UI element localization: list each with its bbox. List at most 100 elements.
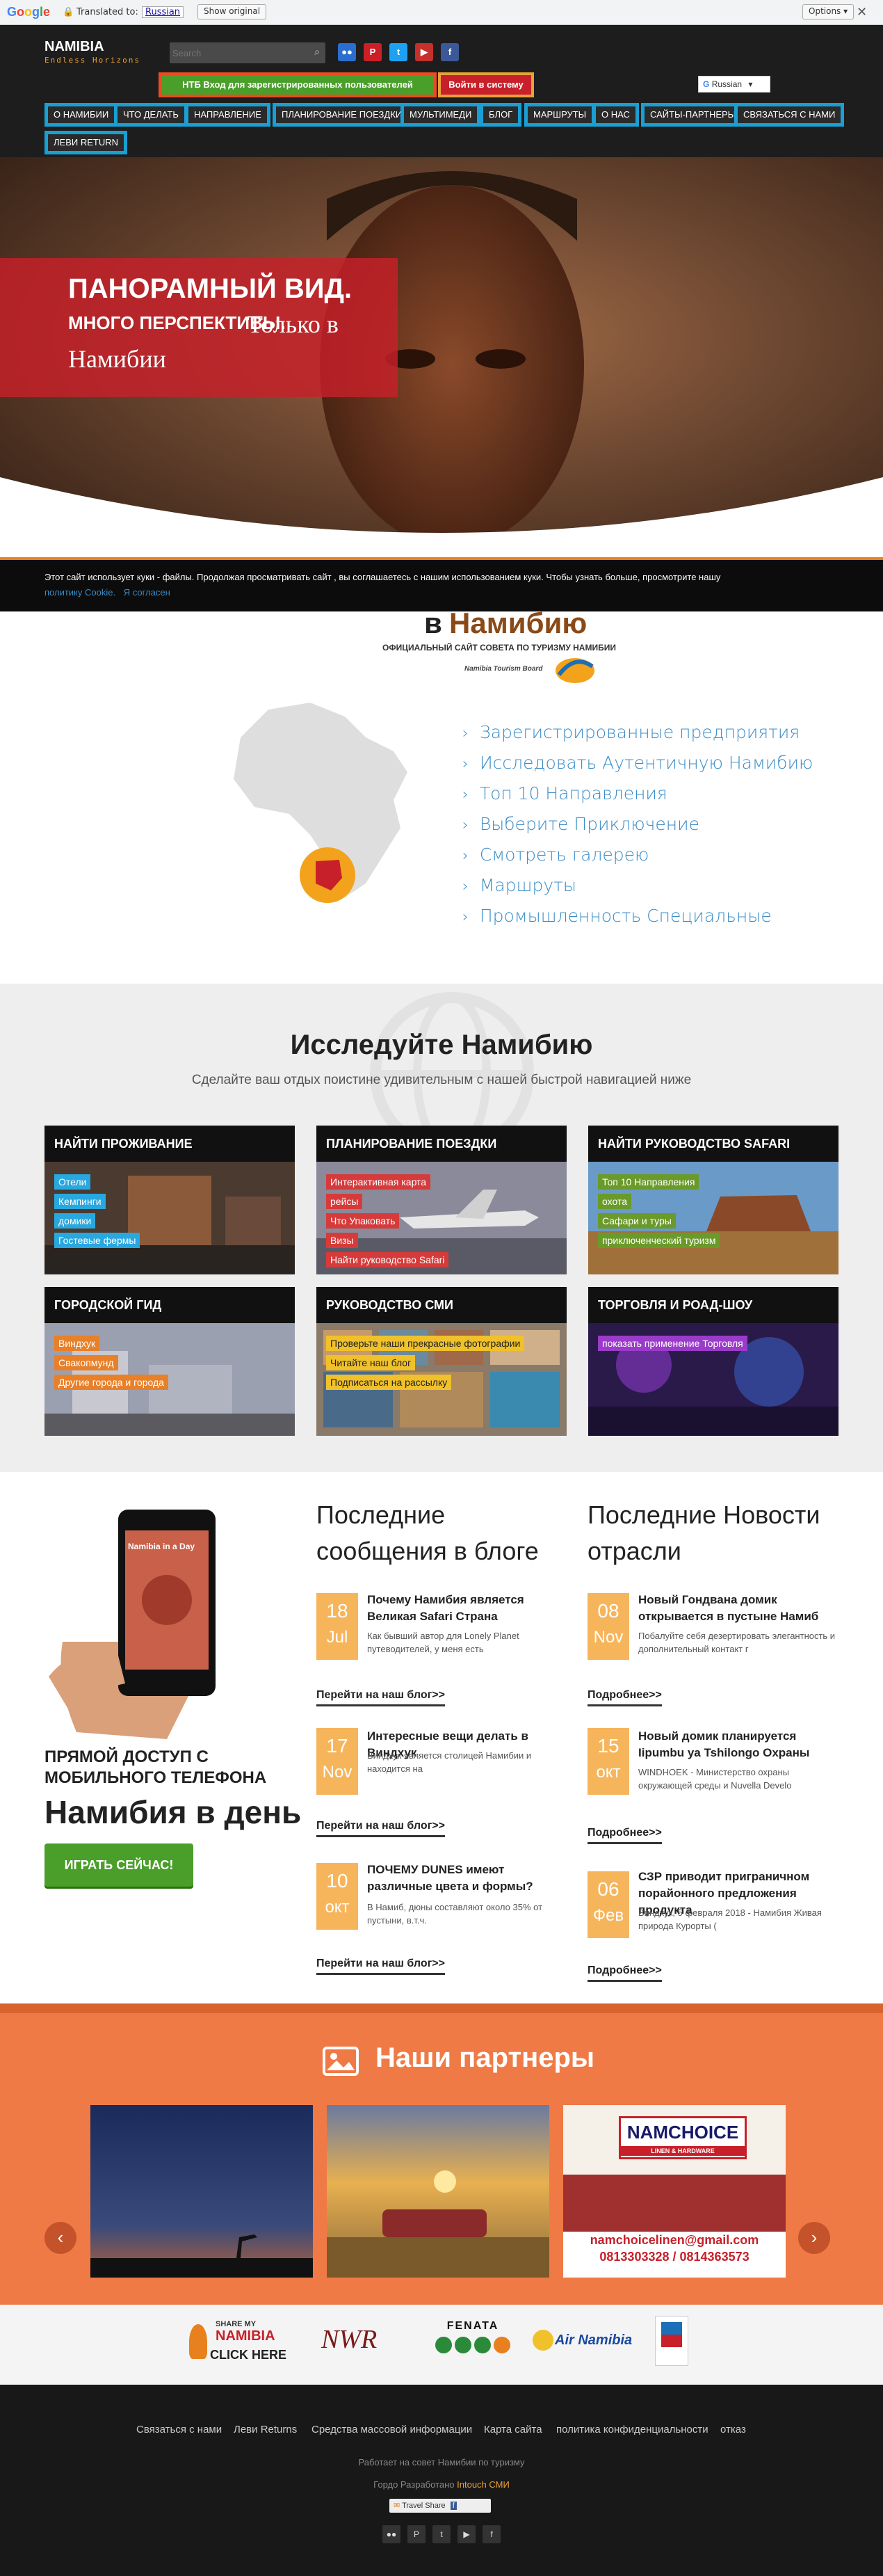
play-now-button[interactable]: ИГРАТЬ СЕЙЧАС!: [44, 1843, 193, 1887]
footer-link-contact[interactable]: Связаться с нами: [136, 2424, 222, 2435]
nav-levi-return[interactable]: ЛЕВИ RETURN: [44, 131, 127, 154]
footer-link-media[interactable]: Средства массовой информации: [311, 2424, 472, 2435]
nav-multimedia[interactable]: МУЛЬТИМЕДИ: [400, 103, 481, 127]
blog-post-title[interactable]: ПОЧЕМУ DUNES имеют различные цвета и фор…: [367, 1862, 569, 1895]
quick-link-2[interactable]: › Исследовать Аутентичную Намибию: [462, 753, 813, 773]
nav-contact-us[interactable]: СВЯЗАТЬСЯ С НАМИ: [734, 103, 845, 127]
flickr-icon[interactable]: ●●: [382, 2525, 400, 2543]
card-tag[interactable]: Интерактивная карта: [326, 1174, 431, 1190]
partner-slide-night-sky[interactable]: [90, 2105, 313, 2278]
cookie-policy-link[interactable]: политику Cookie.: [44, 587, 115, 598]
card-trade-roadshow[interactable]: ТОРГОВЛЯ И РОАД-ШОУ показать применение …: [588, 1287, 839, 1436]
quick-link-1[interactable]: › Зарегистрированные предприятия: [462, 722, 800, 742]
footer-dev-link[interactable]: Intouch СМИ: [457, 2479, 510, 2490]
card-tag[interactable]: Отели: [54, 1174, 91, 1190]
phone-screen-title: Namibia in a Day: [128, 1542, 195, 1551]
card-tag[interactable]: Сафари и туры: [598, 1213, 676, 1229]
youtube-icon[interactable]: ▶: [457, 2525, 476, 2543]
blog-link[interactable]: Перейти на наш блог>>: [316, 1820, 445, 1837]
facebook-icon[interactable]: f: [483, 2525, 501, 2543]
card-tag[interactable]: Топ 10 Направления: [598, 1174, 699, 1190]
card-tag[interactable]: Гостевые фермы: [54, 1233, 140, 1248]
quick-link-4[interactable]: › Выберите Приключение: [462, 814, 699, 834]
footer-link-privacy[interactable]: политика конфиденциальности: [556, 2424, 708, 2435]
card-tag[interactable]: Кемпинги: [54, 1194, 106, 1209]
blog-post-title[interactable]: Почему Намибия является Великая Safari С…: [367, 1592, 569, 1625]
nav-what-to-do[interactable]: ЧТО ДЕЛАТЬ: [114, 103, 188, 127]
quick-link-6[interactable]: › Маршруты: [462, 875, 576, 895]
card-tag[interactable]: Виндхук: [54, 1336, 100, 1351]
partner-slide-namchoice[interactable]: NAMCHOICE LINEN & HARDWARE namchoiceline…: [563, 2105, 786, 2278]
news-link[interactable]: Подробнее>>: [588, 1827, 662, 1844]
card-accommodation[interactable]: НАЙТИ ПРОЖИВАНИЕ Отели Кемпинги домики Г…: [44, 1126, 295, 1274]
login-button[interactable]: Войти в систему: [438, 72, 534, 97]
nwr-logo[interactable]: NWR: [321, 2324, 377, 2355]
travel-share-badge[interactable]: ✉ Travel Share f: [389, 2499, 491, 2513]
nav-partner-sites[interactable]: САЙТЫ-ПАРТНЕРЫ: [641, 103, 745, 127]
nav-destinations[interactable]: НАПРАВЛЕНИЕ: [185, 103, 270, 127]
quick-link-7[interactable]: › Промышленность Специальные: [462, 906, 772, 926]
facebook-icon[interactable]: f: [441, 43, 459, 61]
nav-about-us[interactable]: О НАС: [592, 103, 639, 127]
language-select[interactable]: Russian: [142, 6, 184, 18]
blog-link[interactable]: Перейти на наш блог>>: [316, 1689, 445, 1706]
blog-date-badge: 17 Nov: [316, 1728, 358, 1795]
footer-link-disclaimer[interactable]: отказ: [720, 2424, 746, 2435]
card-tag[interactable]: охота: [598, 1194, 631, 1209]
card-tag[interactable]: Свакопмунд: [54, 1355, 118, 1370]
partner-slide-car-sunset[interactable]: [327, 2105, 549, 2278]
nav-blog[interactable]: БЛОГ: [480, 103, 522, 127]
share-my-namibia-logo[interactable]: SHARE MY NAMIBIA CLICK HERE: [189, 2320, 296, 2369]
site-logo[interactable]: NAMIBIA: [44, 39, 104, 55]
search-icon[interactable]: ⌕: [314, 46, 320, 58]
footer-link-levi[interactable]: Леви Returns: [234, 2424, 297, 2435]
pinterest-icon[interactable]: P: [364, 43, 382, 61]
card-tag[interactable]: Другие города и города: [54, 1375, 168, 1390]
card-tag[interactable]: Найти руководство Safari: [326, 1252, 449, 1267]
register-login-button[interactable]: НТБ Вход для зарегистрированных пользова…: [159, 72, 437, 97]
news-link[interactable]: Подробнее>>: [588, 1689, 662, 1706]
news-post-title[interactable]: Новый домик планируется Iipumbu ya Tshil…: [638, 1728, 840, 1761]
quick-link-3[interactable]: › Топ 10 Направления: [462, 783, 667, 803]
quick-link-5[interactable]: › Смотреть галерею: [462, 845, 649, 865]
nav-about-namibia[interactable]: О НАМИБИИ: [44, 103, 118, 127]
card-tag[interactable]: рейсы: [326, 1194, 363, 1209]
carousel-next-button[interactable]: ›: [798, 2222, 830, 2254]
cookie-agree-link[interactable]: Я согласен: [124, 587, 170, 598]
card-media-guide[interactable]: РУКОВОДСТВО СМИ Проверьте наши прекрасны…: [316, 1287, 567, 1436]
card-trip-planning[interactable]: ПЛАНИРОВАНИЕ ПОЕЗДКИ Интерактивная карта…: [316, 1126, 567, 1274]
nav-trip-planning[interactable]: ПЛАНИРОВАНИЕ ПОЕЗДКИ: [273, 103, 412, 127]
card-tag[interactable]: Подписаться на рассылку: [326, 1375, 452, 1390]
coat-of-arms-logo[interactable]: [655, 2316, 688, 2366]
footer-link-sitemap[interactable]: Карта сайта: [484, 2424, 542, 2435]
card-safari-guide[interactable]: НАЙТИ РУКОВОДСТВО SAFARI Топ 10 Направле…: [588, 1126, 839, 1274]
card-city-guide[interactable]: ГОРОДСКОЙ ГИД Виндхук Свакопмунд Другие …: [44, 1287, 295, 1436]
fenata-logo[interactable]: FENATA: [431, 2320, 515, 2369]
card-tag[interactable]: Визы: [326, 1233, 358, 1248]
card-tag[interactable]: показать применение Торговля: [598, 1336, 747, 1351]
search-box[interactable]: ⌕: [170, 42, 325, 63]
card-tag[interactable]: Читайте наш блог: [326, 1355, 416, 1370]
card-title: ПЛАНИРОВАНИЕ ПОЕЗДКИ: [316, 1126, 567, 1162]
close-icon[interactable]: ✕: [857, 5, 867, 19]
youtube-icon[interactable]: ▶: [415, 43, 433, 61]
twitter-icon[interactable]: t: [432, 2525, 451, 2543]
card-tag[interactable]: домики: [54, 1213, 96, 1229]
twitter-icon[interactable]: t: [389, 43, 407, 61]
language-dropdown[interactable]: G Russian ▾: [698, 76, 770, 93]
pinterest-icon[interactable]: P: [407, 2525, 426, 2543]
card-tag[interactable]: приключенческий туризм: [598, 1233, 720, 1248]
air-namibia-logo[interactable]: Air Namibia: [533, 2326, 634, 2360]
hero-line2b: Только в: [248, 310, 339, 338]
card-tag[interactable]: Что Упаковать: [326, 1213, 400, 1229]
blog-link[interactable]: Перейти на наш блог>>: [316, 1958, 445, 1975]
search-input[interactable]: [172, 45, 298, 61]
flickr-icon[interactable]: ●●: [338, 43, 356, 61]
news-post-title[interactable]: Новый Гондвана домик открывается в пусты…: [638, 1592, 840, 1625]
card-tag[interactable]: Проверьте наши прекрасные фотографии: [326, 1336, 525, 1351]
news-link[interactable]: Подробнее>>: [588, 1965, 662, 1982]
options-button[interactable]: Options ▾: [802, 4, 854, 19]
carousel-prev-button[interactable]: ‹: [44, 2222, 76, 2254]
nav-itineraries[interactable]: МАРШРУТЫ: [524, 103, 596, 127]
show-original-button[interactable]: Show original: [197, 4, 267, 19]
